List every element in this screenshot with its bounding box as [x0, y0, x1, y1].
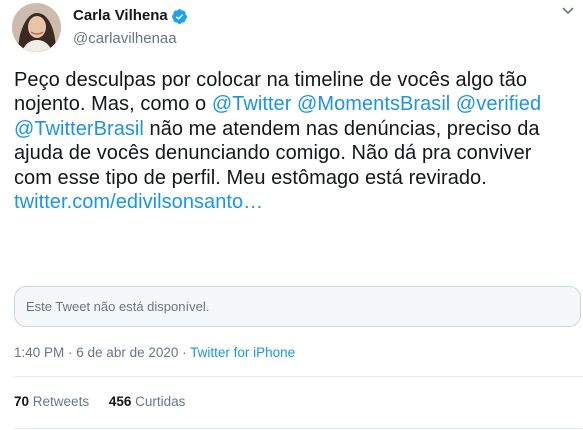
tweet: Carla Vilhena @carlavilhenaa Peço descul… — [0, 0, 583, 430]
tweet-link[interactable]: twitter.com/edivilsonsanto… — [14, 191, 263, 213]
likes-count: 456 — [108, 394, 132, 409]
mention-momentsbrasil[interactable]: @MomentsBrasil — [297, 93, 450, 115]
tweet-time[interactable]: 1:40 PM — [14, 345, 64, 360]
retweets-count: 70 — [14, 394, 30, 409]
verified-badge-icon — [171, 8, 188, 25]
tweet-stats: 70 Retweets 456 Curtidas — [14, 393, 185, 411]
meta-separator: · — [178, 345, 191, 360]
divider — [14, 428, 583, 429]
likes-stat[interactable]: 456 Curtidas — [109, 394, 186, 409]
chevron-down-icon[interactable] — [562, 4, 574, 16]
tweet-text: Peço desculpas por colocar na timeline d… — [14, 68, 574, 214]
author-display-name[interactable]: Carla Vilhena — [73, 6, 168, 26]
retweets-label: Retweets — [32, 394, 90, 409]
quoted-tweet-unavailable: Este Tweet não está disponível. — [26, 299, 210, 314]
mention-verified[interactable]: @verified — [456, 93, 541, 115]
author-name-row[interactable]: Carla Vilhena — [73, 6, 188, 26]
meta-separator: · — [64, 345, 77, 360]
tweet-meta: 1:40 PM · 6 de abr de 2020 · Twitter for… — [14, 344, 295, 362]
likes-label: Curtidas — [135, 394, 186, 409]
retweets-stat[interactable]: 70 Retweets — [14, 394, 89, 409]
avatar-image — [12, 3, 61, 52]
avatar[interactable] — [12, 3, 61, 52]
mention-twitterbrasil[interactable]: @TwitterBrasil — [14, 118, 144, 140]
divider — [14, 376, 583, 377]
tweet-source[interactable]: Twitter for iPhone — [190, 345, 295, 360]
tweet-date[interactable]: 6 de abr de 2020 — [76, 345, 178, 360]
author-handle[interactable]: @carlavilhenaa — [73, 29, 177, 49]
mention-twitter[interactable]: @Twitter — [212, 93, 292, 115]
quoted-tweet-card: Este Tweet não está disponível. — [14, 286, 581, 327]
